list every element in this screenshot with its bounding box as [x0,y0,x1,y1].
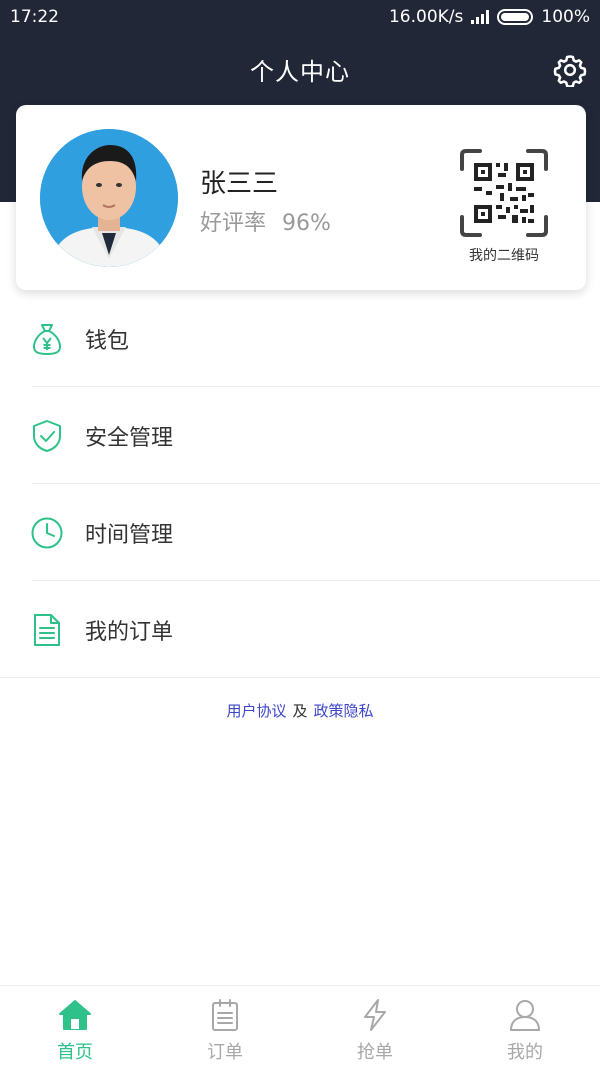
network-speed: 16.00K/s [388,7,464,27]
status-bar: 17:22 16.00K/s 100% [0,0,600,36]
qr-code-icon [460,149,548,237]
page-title: 个人中心 [250,58,350,86]
tab-home[interactable]: 首页 [0,986,150,1067]
money-bag-icon [30,322,64,356]
user-icon [508,998,542,1032]
avatar[interactable] [40,129,178,267]
status-indicators: 16.00K/s 100% [389,7,590,27]
battery-level: 100% [541,7,590,27]
battery-icon [497,9,534,25]
rating-line: 好评率 96% [200,205,331,237]
menu-item-wallet[interactable]: 钱包 [0,290,600,387]
menu-item-label: 时间管理 [85,522,174,548]
tab-label: 抢单 [357,1042,393,1063]
tab-label: 我的 [507,1042,543,1063]
bottom-tab-bar: 首页 订单 抢单 我的 [0,985,600,1067]
menu-item-security[interactable]: 安全管理 [0,387,600,484]
home-icon [58,998,92,1032]
policy-links: 用户协议及政策隐私 [0,700,600,721]
menu-item-label: 钱包 [85,328,130,354]
tab-orders[interactable]: 订单 [150,986,300,1067]
clock-icon [30,516,64,550]
tab-mine[interactable]: 我的 [450,986,600,1067]
rating-value: 96% [282,211,331,236]
menu-item-time[interactable]: 时间管理 [0,484,600,581]
settings-button[interactable] [550,50,590,90]
gear-icon [553,55,587,87]
lightning-icon [358,998,392,1032]
status-time: 17:22 [10,7,59,27]
user-name: 张三三 [200,169,279,199]
tab-label: 订单 [207,1042,243,1063]
document-icon [30,613,64,647]
menu-list: 钱包 安全管理 时间管理 我的订单 [0,290,600,678]
menu-item-orders[interactable]: 我的订单 [0,581,600,678]
user-agreement-link[interactable]: 用户协议 [226,702,286,720]
tab-grab-order[interactable]: 抢单 [300,986,450,1067]
tab-label: 首页 [57,1042,93,1063]
qr-code-button[interactable]: 我的二维码 [454,149,564,265]
clipboard-icon [208,998,242,1032]
menu-item-label: 安全管理 [85,425,174,451]
profile-card: 张三三 好评率 96% 我的二维码 [16,105,586,290]
menu-item-label: 我的订单 [85,619,174,645]
qr-code-caption: 我的二维码 [469,248,539,264]
rating-label: 好评率 [200,211,267,236]
privacy-policy-link[interactable]: 政策隐私 [314,702,374,720]
policy-conjunction: 及 [292,702,308,720]
signal-icon [471,10,490,24]
shield-check-icon [30,419,64,453]
avatar-portrait [40,129,178,267]
